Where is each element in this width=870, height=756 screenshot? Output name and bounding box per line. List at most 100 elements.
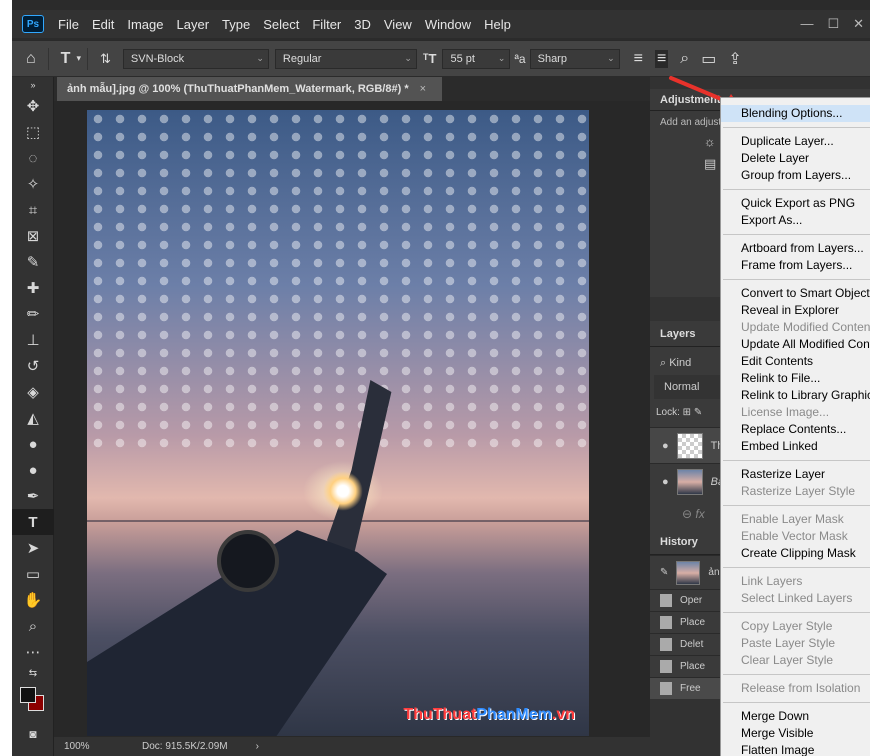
context-menu-item[interactable]: Blending Options... — [721, 105, 870, 122]
search-icon[interactable]: ⌕ — [680, 50, 689, 68]
anti-alias-select[interactable]: Sharp ⌄ — [529, 48, 620, 69]
photoshop-logo-icon: Ps — [22, 15, 44, 33]
crop-tool-icon[interactable]: ⌗ — [12, 197, 54, 223]
quick-mask-icon[interactable]: ◙ — [12, 721, 54, 747]
menu-filter[interactable]: Filter — [312, 17, 341, 32]
context-menu-item[interactable]: Merge Down — [721, 708, 870, 725]
eyedropper-tool-icon[interactable]: ✎ — [12, 249, 54, 275]
dodge-tool-icon[interactable]: ● — [12, 457, 54, 483]
menu-help[interactable]: Help — [484, 17, 511, 32]
context-menu-item[interactable]: Flatten Image — [721, 742, 870, 756]
context-menu-item[interactable]: Relink to File... — [721, 370, 870, 387]
context-menu-item[interactable]: Group from Layers... — [721, 167, 870, 184]
context-menu-item[interactable]: Embed Linked — [721, 438, 870, 455]
context-menu-item[interactable]: Create Clipping Mask — [721, 545, 870, 562]
brush-tool-icon[interactable]: ✏ — [12, 301, 54, 327]
options-bar: ⌂ T ▾ ⇅ SVN-Block ⌄ Regular ⌄ ᵀT 55 pt ⌄… — [12, 40, 870, 76]
menu-separator — [723, 702, 870, 703]
watermark-text: ThuThuatPhanMem.vn — [403, 706, 575, 723]
font-style-value: Regular — [282, 52, 322, 65]
context-menu-item[interactable]: Artboard from Layers... — [721, 240, 870, 257]
menu-view[interactable]: View — [384, 17, 412, 32]
menu-3d[interactable]: 3D — [354, 17, 371, 32]
chevron-right-icon[interactable]: › — [256, 741, 259, 752]
brightness-icon[interactable]: ☼ — [704, 134, 716, 150]
hand-tool-icon[interactable]: ✋ — [12, 587, 54, 613]
collapse-icon[interactable]: » — [12, 77, 54, 93]
pen-tool-icon[interactable]: ✒ — [12, 483, 54, 509]
chevron-down-icon[interactable]: ▾ — [76, 53, 81, 64]
lasso-tool-icon[interactable]: ◌ — [12, 145, 54, 171]
context-menu-item[interactable]: Update All Modified Content — [721, 336, 870, 353]
close-icon[interactable]: ✕ — [853, 10, 864, 38]
context-menu-item[interactable]: Merge Visible — [721, 725, 870, 742]
context-menu-item[interactable]: Rasterize Layer — [721, 466, 870, 483]
chevron-down-icon: ⌄ — [607, 53, 615, 63]
divider — [86, 47, 88, 70]
zoom-level[interactable]: 100% — [64, 741, 142, 752]
menu-window[interactable]: Window — [425, 17, 471, 32]
blur-tool-icon[interactable]: ● — [12, 431, 54, 457]
context-menu-item: Enable Layer Mask — [741, 512, 844, 526]
context-menu-item[interactable]: Relink to Library Graphic... — [721, 387, 870, 404]
context-menu-item[interactable]: Export As... — [721, 212, 870, 229]
marquee-tool-icon[interactable]: ⬚ — [12, 119, 54, 145]
document-tab[interactable]: ảnh mẫu].jpg @ 100% (ThuThuatPhanMem_Wat… — [57, 77, 442, 101]
zoom-tool-icon[interactable]: ⌕ — [12, 613, 54, 639]
home-icon[interactable]: ⌂ — [26, 50, 36, 68]
minimize-icon[interactable]: — — [800, 10, 813, 38]
anti-alias-value: Sharp — [537, 52, 567, 65]
menu-separator — [723, 234, 870, 235]
context-menu-item[interactable]: Frame from Layers... — [721, 257, 870, 274]
eraser-tool-icon[interactable]: ◈ — [12, 379, 54, 405]
history-brush-tool-icon[interactable]: ↺ — [12, 353, 54, 379]
frame-tool-icon[interactable]: ⊠ — [12, 223, 54, 249]
menu-file[interactable]: File — [58, 17, 79, 32]
font-style-select[interactable]: Regular ⌄ — [274, 48, 417, 69]
context-menu-item[interactable]: Duplicate Layer... — [721, 133, 870, 150]
text-orientation-icon[interactable]: ⇅ — [100, 51, 111, 67]
rectangle-tool-icon[interactable]: ▭ — [12, 561, 54, 587]
exposure-icon[interactable]: ▤ — [704, 156, 716, 172]
menu-type[interactable]: Type — [222, 17, 250, 32]
workspace-icon[interactable]: ▭ — [701, 49, 716, 69]
canvas-area: ThuThuatPhanMem.vn — [54, 101, 650, 737]
type-tool-icon[interactable]: T — [12, 509, 54, 535]
layer-thumbnail — [676, 468, 703, 495]
eye-icon[interactable]: ● — [662, 476, 669, 488]
menu-select[interactable]: Select — [263, 17, 299, 32]
magic-wand-tool-icon[interactable]: ✧ — [12, 171, 54, 197]
font-size-icon: ᵀT — [422, 51, 437, 66]
menu-layer[interactable]: Layer — [177, 17, 210, 32]
healing-brush-tool-icon[interactable]: ✚ — [12, 275, 54, 301]
font-size-select[interactable]: 55 pt ⌄ — [442, 48, 511, 69]
move-tool-icon[interactable]: ✥ — [12, 93, 54, 119]
more-tools-icon[interactable]: ⋯ — [12, 639, 54, 665]
context-menu-item[interactable]: Edit Contents — [721, 353, 870, 370]
context-menu-item[interactable]: Reveal in Explorer — [721, 302, 870, 319]
share-icon[interactable]: ⇪ — [728, 49, 741, 69]
context-menu-item[interactable]: Quick Export as PNG — [721, 195, 870, 212]
eye-icon[interactable]: ● — [662, 440, 669, 452]
swap-colors-icon[interactable]: ⇆ — [12, 665, 54, 681]
context-menu-item[interactable]: Delete Layer — [721, 150, 870, 167]
menu-image[interactable]: Image — [127, 17, 163, 32]
context-menu-item: Copy Layer Style — [741, 619, 833, 633]
type-tool-icon[interactable]: T — [61, 50, 71, 68]
foreground-color-swatch[interactable] — [20, 687, 36, 703]
layer-context-menu: Blending Options... Duplicate Layer... Del… — [720, 97, 870, 756]
stamp-tool-icon[interactable]: ⊥ — [12, 327, 54, 353]
paint-bucket-tool-icon[interactable]: ◭ — [12, 405, 54, 431]
maximize-icon[interactable]: ☐ — [827, 10, 839, 38]
close-icon[interactable]: × — [420, 83, 426, 95]
menu-edit[interactable]: Edit — [92, 17, 114, 32]
menu-separator — [723, 505, 870, 506]
context-menu-item[interactable]: Replace Contents... — [721, 421, 870, 438]
layer-thumbnail — [676, 432, 703, 459]
history-item: Oper — [680, 595, 703, 606]
font-family-select[interactable]: SVN-Block ⌄ — [122, 48, 269, 69]
align-center-icon[interactable]: ≡ — [654, 49, 669, 68]
context-menu-item[interactable]: Convert to Smart Object — [721, 285, 870, 302]
path-selection-tool-icon[interactable]: ➤ — [12, 535, 54, 561]
align-left-icon[interactable]: ≡ — [634, 50, 643, 68]
